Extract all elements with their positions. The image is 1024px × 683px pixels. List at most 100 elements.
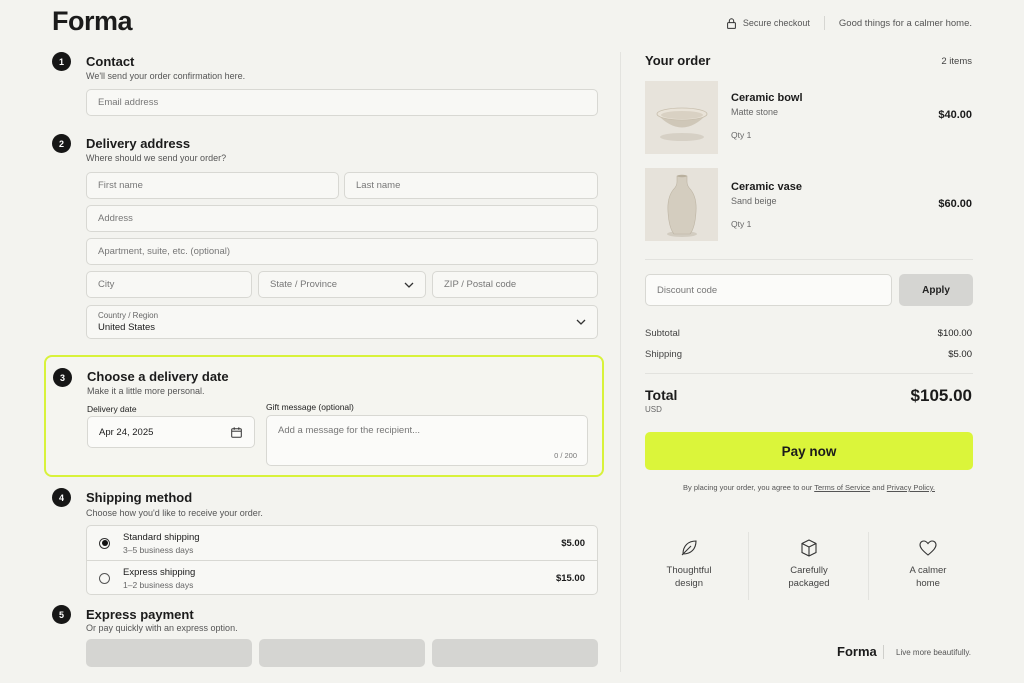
feature-line-1: A calmer: [909, 565, 947, 576]
lock-icon: [726, 17, 736, 29]
contact-subtitle: We'll send your order confirmation here.: [86, 71, 246, 81]
express-pay-button-2[interactable]: [259, 639, 425, 667]
pay-now-button[interactable]: Pay now: [645, 432, 973, 470]
feature-calmer-home: A calmer home: [868, 538, 988, 590]
shipping-cost-value: $5.00: [948, 349, 972, 360]
shipping-cost-label: Shipping: [645, 349, 682, 360]
header-meta: Secure checkout Good things for a calmer…: [726, 16, 972, 30]
footer-brand: Forma: [837, 644, 877, 659]
zip-field[interactable]: ZIP / Postal code: [432, 271, 598, 298]
country-label: Country / Region: [98, 311, 159, 320]
first-name-field[interactable]: First name: [86, 172, 339, 199]
email-placeholder: Email address: [98, 97, 159, 108]
express-payment-subtitle: Or pay quickly with an express option.: [86, 623, 238, 633]
item-name: Ceramic vase: [731, 181, 802, 193]
currency-label: USD: [645, 405, 662, 414]
contact-title: Contact: [86, 54, 135, 69]
calendar-icon[interactable]: [231, 427, 242, 438]
address-field[interactable]: Address: [86, 205, 598, 232]
apartment-placeholder: Apartment, suite, etc. (optional): [98, 246, 231, 257]
item-variant: Matte stone: [731, 107, 779, 117]
shipping-title: Shipping method: [86, 490, 193, 505]
feature-line-2: home: [916, 578, 940, 589]
header-tagline: Good things for a calmer home.: [838, 17, 972, 29]
delivery-date-title: Choose a delivery date: [87, 369, 229, 384]
feature-line-1: Thoughtful: [666, 565, 712, 576]
last-name-placeholder: Last name: [356, 180, 401, 191]
shipping-subtitle: Choose how you'd like to receive your or…: [86, 508, 263, 518]
shipping-option-express[interactable]: Express shipping 1–2 business days $15.0…: [87, 561, 597, 596]
express-pay-button-1[interactable]: [86, 639, 252, 667]
item-price: $40.00: [938, 109, 972, 121]
country-value: United States: [98, 322, 156, 333]
gift-message-counter: 0 / 200: [554, 451, 577, 460]
delivery-address-title: Delivery address: [86, 136, 191, 151]
heart-icon: [919, 540, 937, 556]
delivery-date-value: Apr 24, 2025: [99, 426, 154, 438]
shipping-option-days: 1–2 business days: [123, 580, 194, 590]
total-value: $105.00: [910, 386, 972, 405]
summary-divider: [645, 373, 973, 374]
shipping-option-name: Standard shipping: [123, 531, 200, 543]
summary-divider: [645, 259, 973, 260]
express-payment-title: Express payment: [86, 607, 194, 622]
first-name-placeholder: First name: [98, 180, 143, 191]
ceramic-vase-image[interactable]: [645, 168, 718, 241]
shipping-option-price: $15.00: [555, 573, 585, 584]
subtotal-label: Subtotal: [645, 328, 680, 339]
terms-prefix: By placing your order, you agree to our: [683, 483, 813, 492]
secure-checkout-label: Secure checkout: [742, 18, 810, 28]
step-2-badge: 2: [52, 134, 71, 153]
express-pay-button-3[interactable]: [432, 639, 598, 667]
item-qty: Qty 1: [731, 219, 752, 229]
radio-unselected[interactable]: [99, 573, 110, 584]
order-title: Your order: [645, 53, 711, 68]
terms-and: and: [872, 483, 885, 492]
last-name-field[interactable]: Last name: [344, 172, 598, 199]
gift-message-label: Gift message (optional): [266, 402, 354, 412]
step-4-badge: 4: [52, 488, 71, 507]
item-name: Ceramic bowl: [731, 92, 803, 104]
step-3-badge: 3: [53, 368, 72, 387]
footer-divider: [883, 645, 884, 659]
feature-carefully-packaged: Carefully packaged: [749, 538, 869, 590]
terms-of-service-link[interactable]: Terms of Service: [814, 483, 870, 492]
shipping-option-standard[interactable]: Standard shipping 3–5 business days $5.0…: [87, 526, 597, 561]
shipping-option-name: Express shipping: [123, 567, 196, 578]
city-placeholder: City: [98, 279, 115, 290]
country-select[interactable]: Country / Region United States: [86, 305, 598, 339]
address-placeholder: Address: [98, 213, 133, 224]
radio-selected[interactable]: [99, 537, 110, 549]
delivery-address-subtitle: Where should we send your order?: [86, 153, 227, 163]
feature-line-2: design: [675, 578, 703, 589]
box-icon: [801, 539, 817, 557]
item-qty: Qty 1: [731, 130, 752, 140]
delivery-date-subtitle: Make it a little more personal.: [87, 386, 205, 396]
leaf-icon: [681, 540, 697, 556]
discount-code-placeholder: Discount code: [657, 284, 718, 296]
discount-code-field[interactable]: Discount code: [645, 274, 892, 306]
gift-message-textarea[interactable]: Add a message for the recipient... 0 / 2…: [266, 415, 588, 466]
header-divider: [823, 16, 825, 30]
apply-discount-button[interactable]: Apply: [899, 274, 973, 306]
delivery-date-picker[interactable]: Apr 24, 2025: [87, 416, 255, 448]
item-variant: Sand beige: [731, 196, 777, 206]
state-select[interactable]: State / Province: [258, 271, 426, 298]
privacy-policy-link[interactable]: Privacy Policy.: [887, 483, 935, 492]
shipping-option-days: 3–5 business days: [123, 544, 194, 555]
apartment-field[interactable]: Apartment, suite, etc. (optional): [86, 238, 598, 265]
column-divider: [620, 52, 621, 672]
footer-slogan: Live more beautifully.: [896, 648, 971, 657]
ceramic-bowl-image[interactable]: [645, 81, 718, 154]
chevron-down-icon: [404, 282, 414, 288]
order-item-count: 2 items: [941, 56, 972, 67]
subtotal-value: $100.00: [937, 328, 972, 339]
brand-logo[interactable]: Forma: [52, 6, 133, 37]
city-field[interactable]: City: [86, 271, 252, 298]
feature-line-1: Carefully: [790, 565, 828, 576]
zip-placeholder: ZIP / Postal code: [444, 279, 517, 290]
total-label: Total: [645, 387, 678, 403]
state-placeholder: State / Province: [270, 279, 338, 290]
email-field[interactable]: Email address: [86, 89, 598, 116]
item-price: $60.00: [938, 198, 972, 210]
